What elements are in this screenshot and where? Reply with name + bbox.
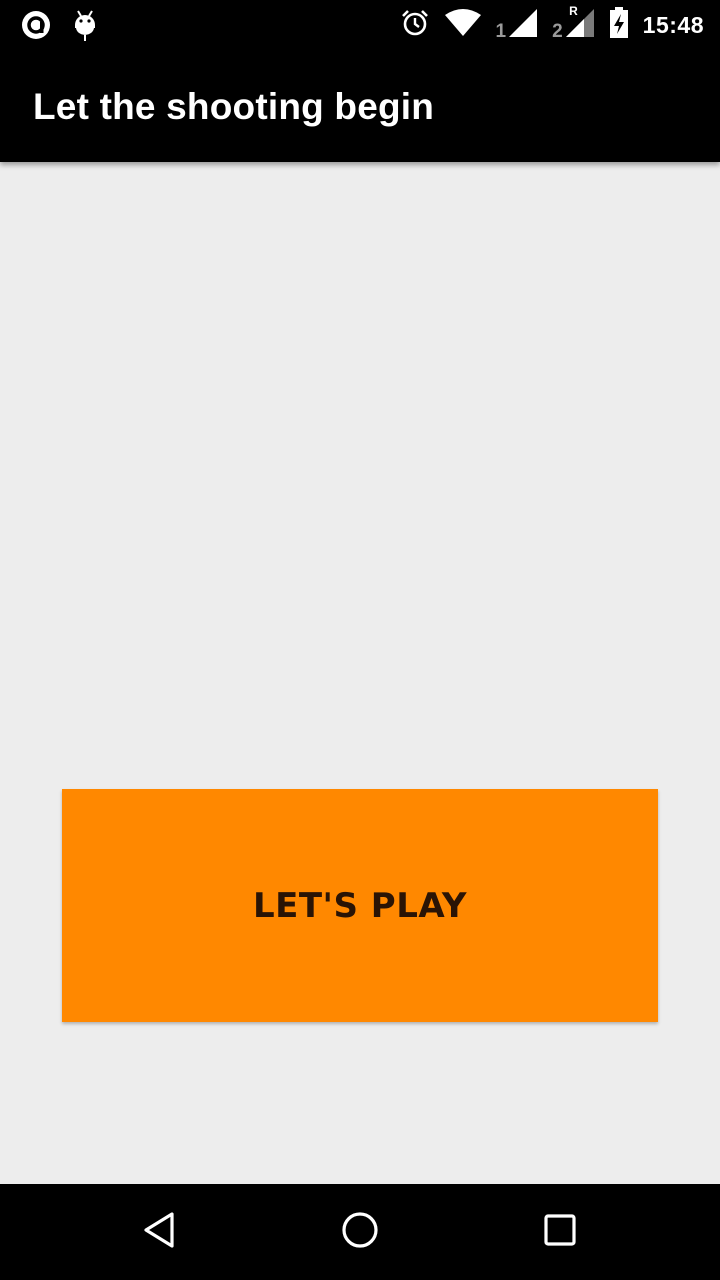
signal-sim2: 2 R [552,4,595,43]
home-button[interactable] [335,1207,385,1257]
status-bar-right: 1 2 R 15:48 [400,4,704,44]
roaming-label: R [569,3,578,18]
page-title: Let the shooting begin [33,86,435,127]
recents-icon [540,1210,580,1255]
sim2-label: 2 [552,20,563,42]
navigation-bar [0,1184,720,1280]
wifi-icon [444,8,482,42]
app-bar: Let the shooting begin [0,50,720,162]
back-icon [140,1210,180,1255]
recents-button[interactable] [535,1207,585,1257]
status-bar: 1 2 R 15:48 [0,0,720,50]
signal-sim1: 1 [496,8,539,43]
home-icon [340,1210,380,1255]
lets-play-label: LET'S PLAY [252,885,468,926]
sim1-label: 1 [495,20,507,42]
clock: 15:48 [642,11,704,38]
status-bar-left [20,8,100,47]
signal-sim1-icon [508,8,538,43]
battery-charging-icon [609,6,629,44]
back-button[interactable] [135,1207,185,1257]
android-debug-icon [70,8,100,47]
lets-play-button[interactable]: LET'S PLAY [62,789,658,1022]
alarm-icon [400,8,430,43]
app-notification-icon [20,9,52,46]
